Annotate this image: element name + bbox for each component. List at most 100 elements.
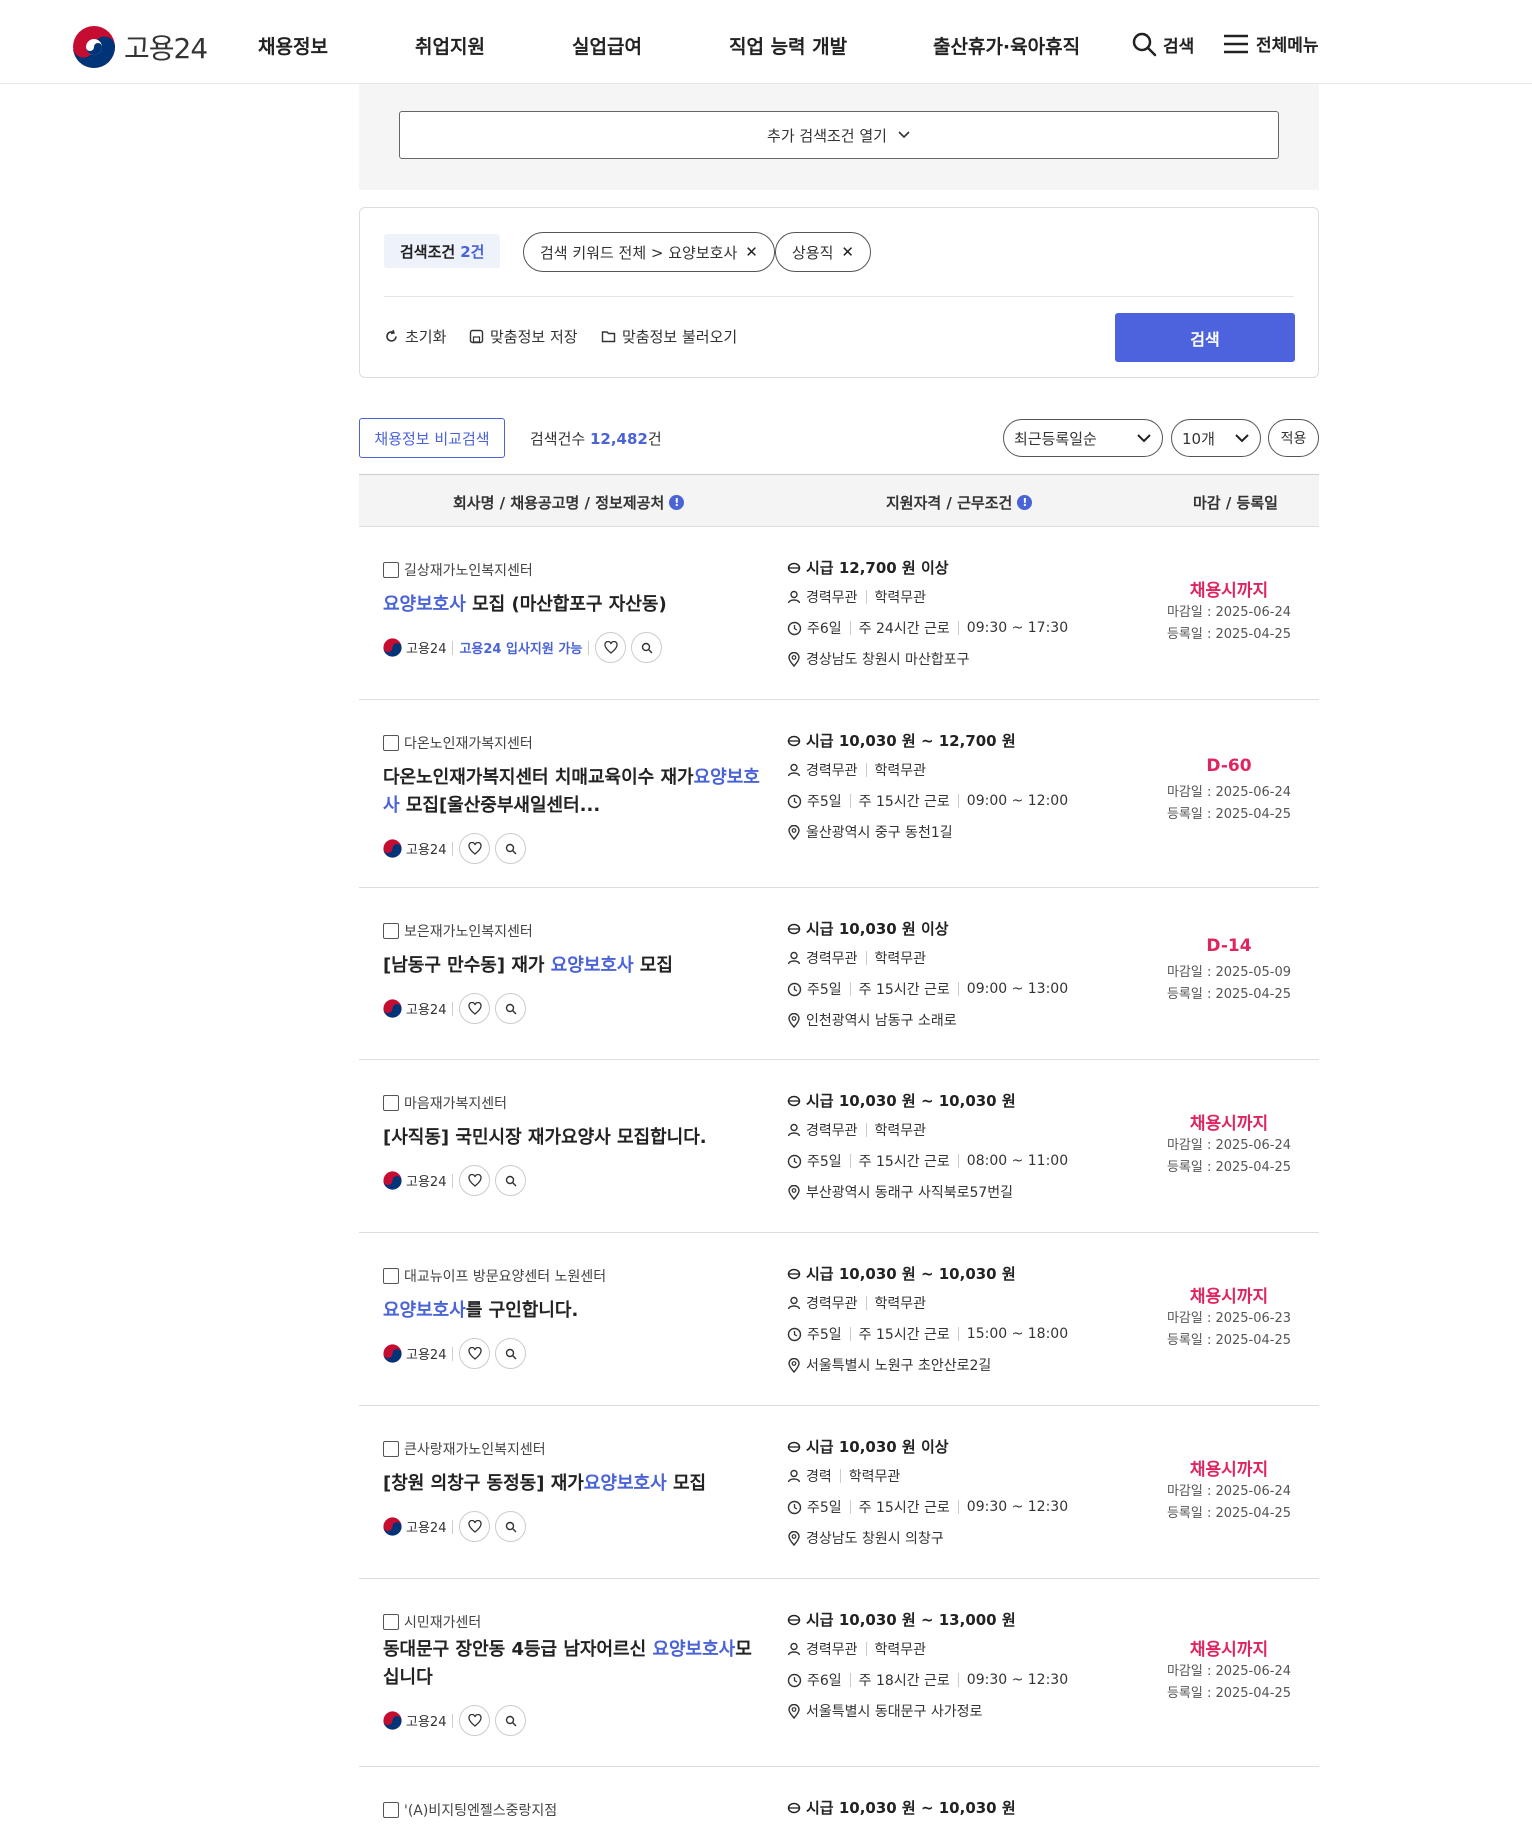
taegeuk-logo-icon <box>73 26 115 68</box>
weekly-hours: 주 15시간 근로 <box>858 1154 950 1170</box>
select-checkbox[interactable] <box>383 1441 399 1457</box>
wage-text: 시급 12,700 원 이상 <box>806 559 949 577</box>
apply-button[interactable]: 적용 <box>1268 419 1319 457</box>
location-text: 울산광역시 중구 동천1길 <box>806 825 953 841</box>
close-icon[interactable]: ✕ <box>745 243 758 261</box>
wage-info: 시급 10,030 원 ~ 10,030 원 <box>787 1263 1016 1284</box>
job-title-link[interactable]: 요양보호사 모집 (마산합포구 자산동) <box>383 591 763 619</box>
keyword-highlight: 요양보호사 <box>383 594 466 615</box>
job-title-link[interactable]: [사직동] 국민시장 재가요양사 모집합니다. <box>383 1124 763 1152</box>
job-title-link[interactable]: [창원 의창구 동정동] 재가요양보호사 모집 <box>383 1470 763 1498</box>
job-title-link[interactable]: 동대문구 장안동 4등급 남자어르신 요양보호사모십니다 <box>383 1636 763 1692</box>
nav-employment-support[interactable]: 취업지원 <box>415 32 485 59</box>
divider <box>588 640 590 655</box>
favorite-button[interactable] <box>459 1338 491 1369</box>
quick-view-button[interactable] <box>495 1338 527 1369</box>
quick-view-button[interactable] <box>495 1165 527 1196</box>
posting-dates: 마감일 : 2025-06-24 등록일 : 2025-04-25 <box>1139 1135 1319 1179</box>
condition-chip-employment-type[interactable]: 상용직 ✕ <box>775 232 871 272</box>
quick-view-button[interactable] <box>495 1705 527 1736</box>
company-name-label[interactable]: 마음재가복지센터 <box>404 1093 507 1113</box>
quick-view-button[interactable] <box>495 1511 527 1542</box>
info-icon[interactable]: ! <box>1017 495 1033 510</box>
company-name-label[interactable]: 다온노인재가복지센터 <box>404 733 533 753</box>
load-preset-label: 맞춤정보 불러오기 <box>622 328 738 346</box>
info-source-label: 고용24 <box>406 642 447 657</box>
page-size-value: 10개 <box>1182 429 1215 448</box>
job-source-tags: 고용24 <box>383 833 527 864</box>
taegeuk-logo-icon <box>383 638 402 657</box>
location-pin-icon <box>788 1530 800 1546</box>
divider <box>849 621 851 635</box>
favorite-button[interactable] <box>459 1165 491 1196</box>
work-days: 주5일 <box>807 1154 842 1170</box>
close-icon[interactable]: ✕ <box>841 243 854 261</box>
clock-icon <box>787 1673 802 1687</box>
info-source: 고용24 <box>383 1171 446 1190</box>
reset-button[interactable]: 초기화 <box>384 326 446 347</box>
nav-unemployment-benefit[interactable]: 실업급여 <box>572 32 642 59</box>
heart-icon <box>468 1347 482 1360</box>
select-checkbox[interactable] <box>383 1095 399 1111</box>
search-button[interactable]: 검색 <box>1115 313 1295 362</box>
favorite-button[interactable] <box>459 1705 491 1736</box>
coin-icon <box>787 1268 801 1279</box>
load-preset-button[interactable]: 맞춤정보 불러오기 <box>601 326 737 347</box>
select-checkbox[interactable] <box>383 1268 399 1284</box>
select-checkbox[interactable] <box>383 1614 399 1630</box>
search-icon <box>1132 32 1157 57</box>
company-name-label[interactable]: 시민재가센터 <box>404 1612 481 1632</box>
company-name-label[interactable]: 길상재가노인복지센터 <box>404 560 533 580</box>
divider <box>849 1673 851 1687</box>
select-checkbox[interactable] <box>383 1802 399 1818</box>
quick-view-button[interactable] <box>495 833 527 864</box>
info-source-label: 고용24 <box>406 1521 447 1536</box>
nav-parental-leave[interactable]: 출산휴가·육아휴직 <box>933 32 1080 59</box>
save-preset-button[interactable]: 맞춤정보 저장 <box>469 326 578 347</box>
company-name-label[interactable]: 보은재가노인복지센터 <box>404 921 533 941</box>
favorite-button[interactable] <box>459 993 491 1024</box>
location-text: 서울특별시 노원구 초안산로2길 <box>806 1358 992 1374</box>
info-source: 고용24 <box>383 1711 446 1730</box>
nav-job-info[interactable]: 채용정보 <box>258 32 328 59</box>
clock-icon <box>787 621 802 635</box>
work-time: 09:00 ~ 13:00 <box>966 981 1069 997</box>
company-name: 대교뉴이프 방문요양센터 노원센터 <box>383 1266 606 1286</box>
page-size-select[interactable]: 10개 <box>1171 419 1261 457</box>
job-source-tags: 고용24 <box>383 1511 527 1542</box>
info-icon[interactable]: ! <box>669 495 685 510</box>
favorite-button[interactable] <box>459 1511 491 1542</box>
condition-chip-keyword[interactable]: 검색 키워드 전체 > 요양보호사 ✕ <box>523 232 775 272</box>
select-checkbox[interactable] <box>383 562 399 578</box>
company-name-label[interactable]: 큰사랑재가노인복지센터 <box>404 1439 546 1459</box>
work-time: 08:00 ~ 11:00 <box>966 1153 1069 1169</box>
favorite-button[interactable] <box>459 833 491 864</box>
location-info: 경상남도 창원시 의창구 <box>787 1528 944 1548</box>
person-icon <box>787 1123 801 1137</box>
company-name-label[interactable]: 대교뉴이프 방문요양센터 노원센터 <box>404 1266 606 1286</box>
company-name-label[interactable]: '(A)비지팅엔젤스중랑지점 <box>404 1800 557 1820</box>
compare-search-button[interactable]: 채용정보 비교검색 <box>359 418 505 458</box>
search-link[interactable]: 검색 <box>1131 31 1194 57</box>
online-apply-badge[interactable]: 고용24 입사지원 가능 <box>459 638 582 657</box>
qualification-info: 경력무관 학력무관 <box>787 1120 926 1140</box>
coin-icon <box>787 1802 801 1813</box>
nav-skill-development[interactable]: 직업 능력 개발 <box>729 32 847 59</box>
sort-select[interactable]: 최근등록일순 <box>1003 419 1163 457</box>
quick-view-button[interactable] <box>631 632 663 663</box>
job-title-link[interactable]: 요양보호사를 구인합니다. <box>383 1297 763 1325</box>
site-logo[interactable]: 고용24 <box>72 25 208 69</box>
divider <box>452 1519 454 1534</box>
favorite-button[interactable] <box>595 632 627 663</box>
job-title-link[interactable]: [남동구 만수동] 재가 요양보호사 모집 <box>383 952 763 980</box>
all-menu-link[interactable]: 전체메뉴 <box>1222 31 1319 56</box>
wage-text: 시급 10,030 원 ~ 10,030 원 <box>806 1799 1016 1817</box>
open-more-conditions-button[interactable]: 추가 검색조건 열기 <box>399 111 1279 159</box>
job-title-link[interactable]: 다온노인재가복지센터 치매교육이수 재가요양보호사 모집[울산중부새일센터... <box>383 764 763 820</box>
select-checkbox[interactable] <box>383 735 399 751</box>
conditions-title: 검색조건 <box>400 242 456 261</box>
column-header-company: 회사명 / 채용공고명 / 정보제공처! <box>453 492 685 513</box>
quick-view-button[interactable] <box>495 993 527 1024</box>
select-checkbox[interactable] <box>383 923 399 939</box>
weekly-hours: 주 24시간 근로 <box>858 621 950 637</box>
